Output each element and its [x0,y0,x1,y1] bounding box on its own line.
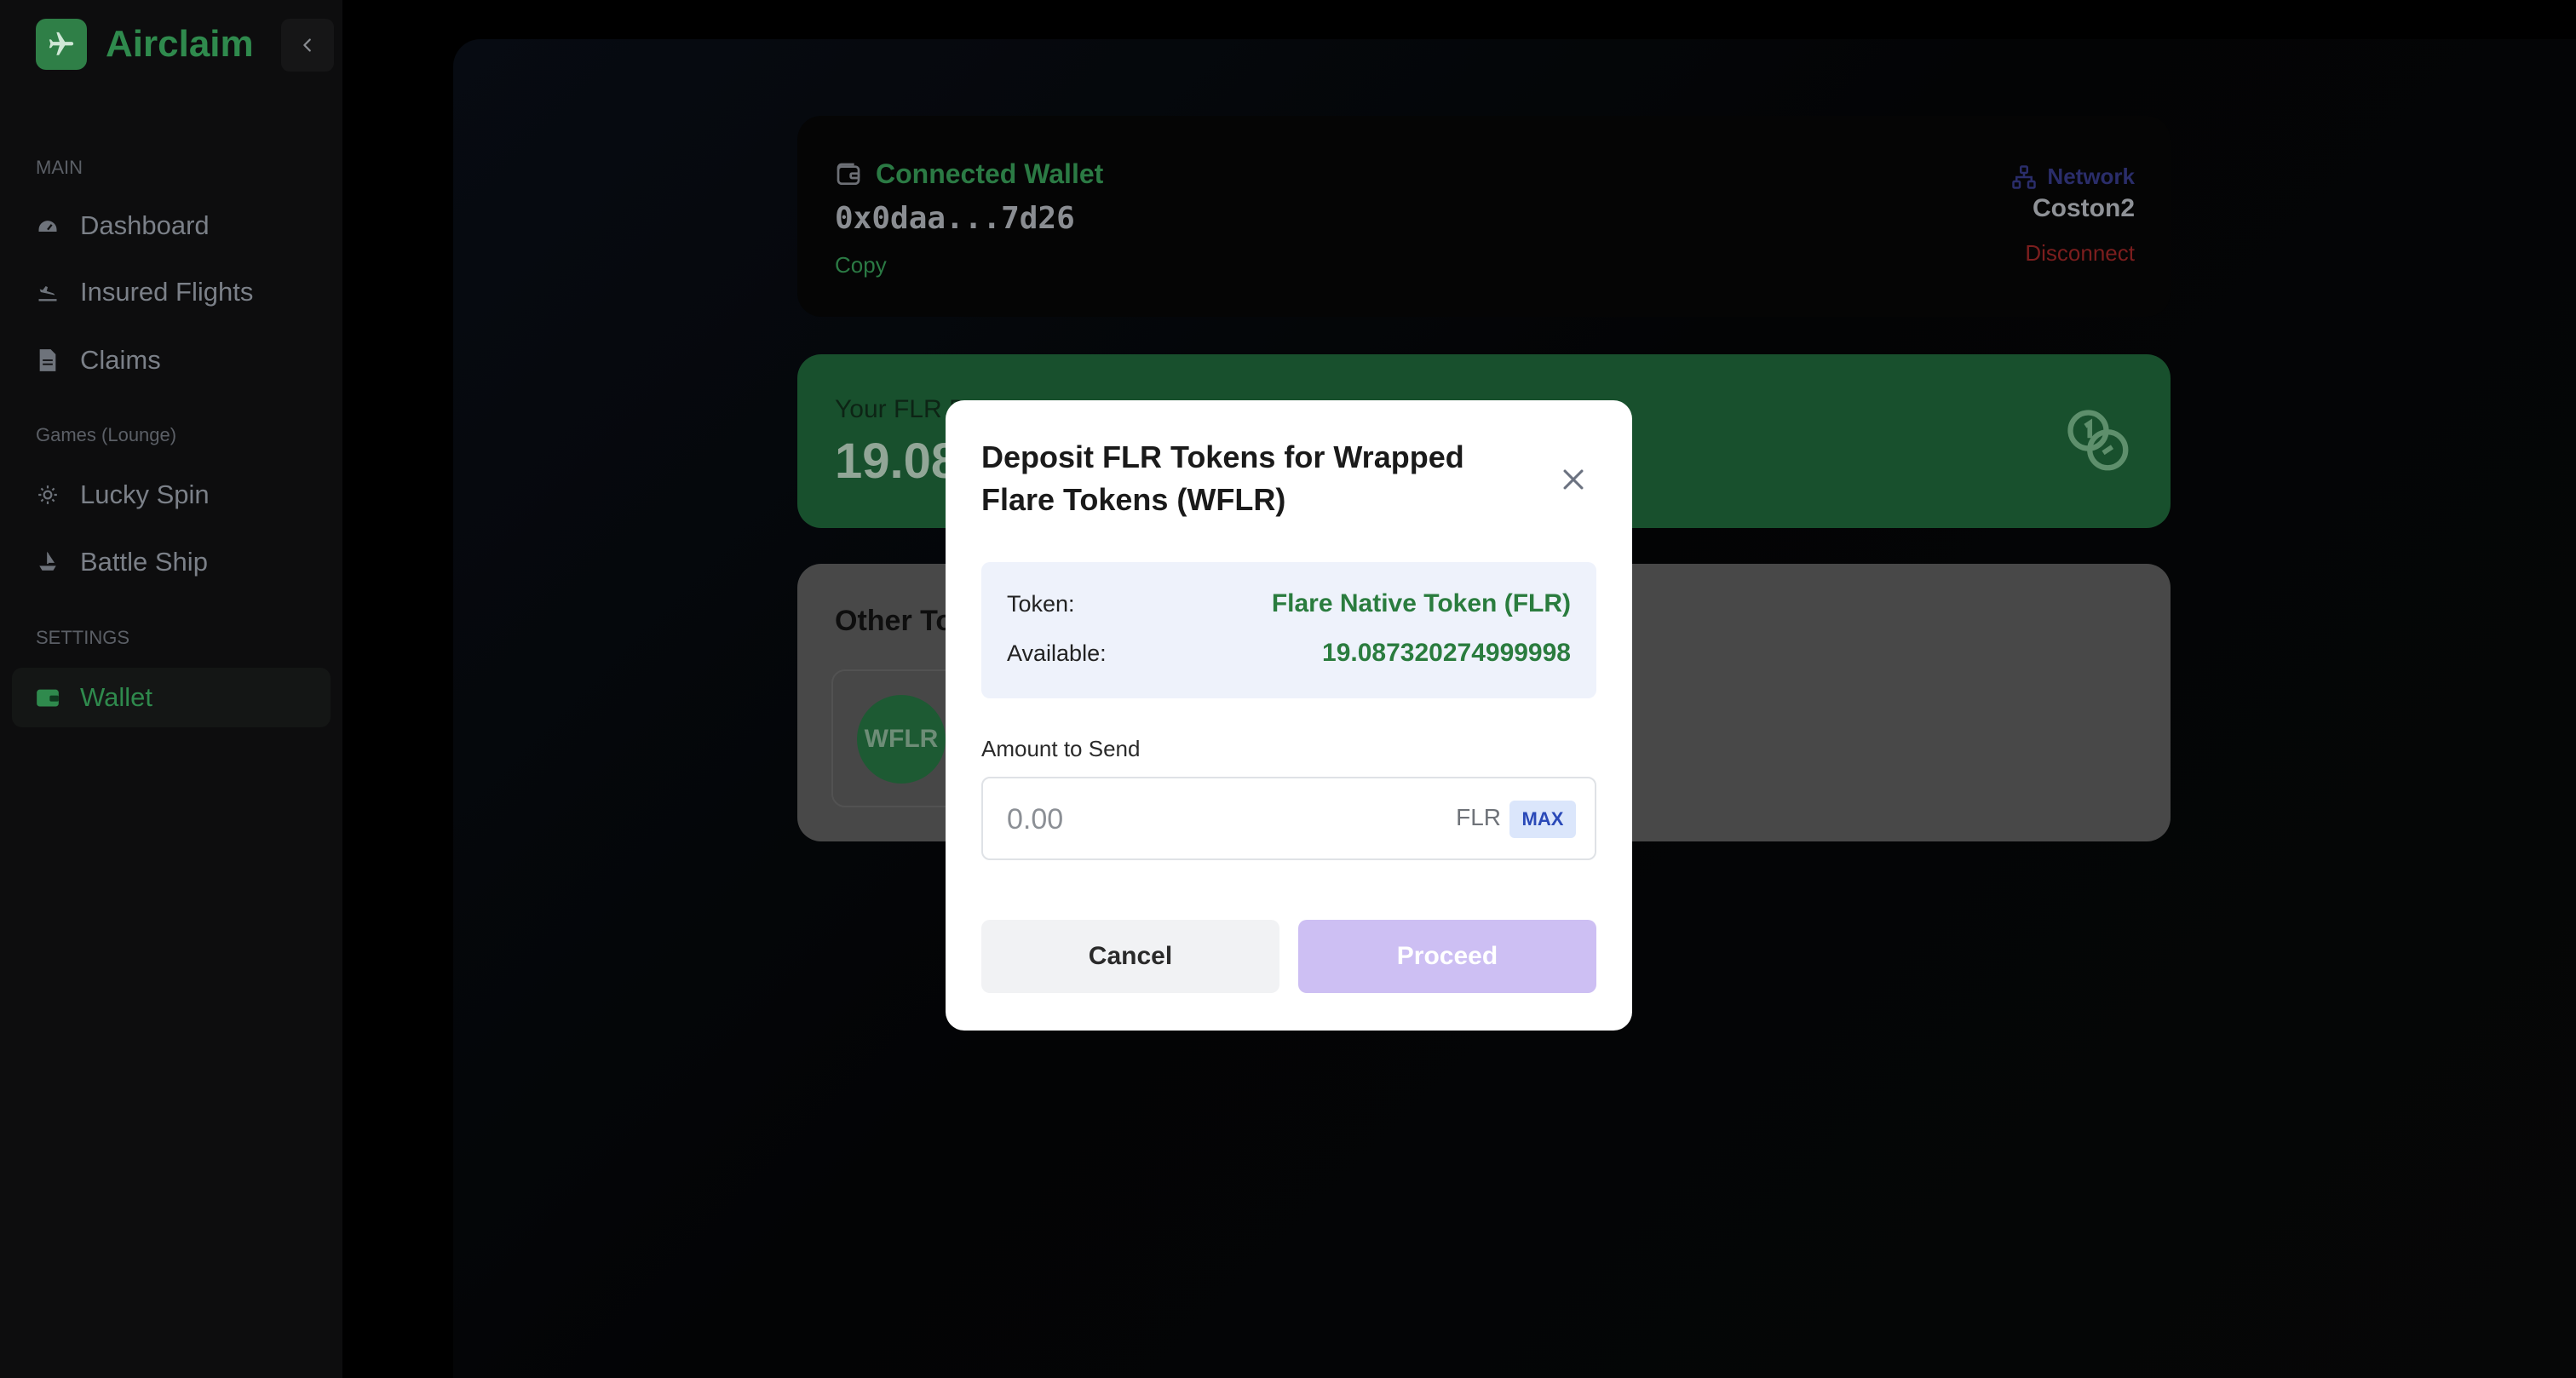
token-value: Flare Native Token (FLR) [1271,589,1571,617]
cancel-button[interactable]: Cancel [981,920,1279,993]
available-value: 19.087320274999998 [1322,639,1571,667]
token-row: Token: Flare Native Token (FLR) [1007,589,1571,618]
amount-field: FLR MAX [981,777,1596,860]
token-info-box: Token: Flare Native Token (FLR) Availabl… [981,562,1596,698]
max-button[interactable]: MAX [1509,801,1576,838]
token-label: Token: [1007,590,1075,617]
deposit-modal: Deposit FLR Tokens for Wrapped Flare Tok… [946,400,1632,1031]
amount-input[interactable] [1007,795,1433,843]
amount-unit: FLR [1456,804,1501,830]
amount-label: Amount to Send [981,736,1141,761]
app-root: Airclaim MAIN Dashboard Insured Flights … [0,0,2576,1378]
proceed-button[interactable]: Proceed [1298,920,1596,993]
close-icon[interactable] [1559,465,1588,494]
available-row: Available: 19.087320274999998 [1007,639,1571,668]
modal-title: Deposit FLR Tokens for Wrapped Flare Tok… [981,439,1464,517]
available-label: Available: [1007,640,1107,666]
